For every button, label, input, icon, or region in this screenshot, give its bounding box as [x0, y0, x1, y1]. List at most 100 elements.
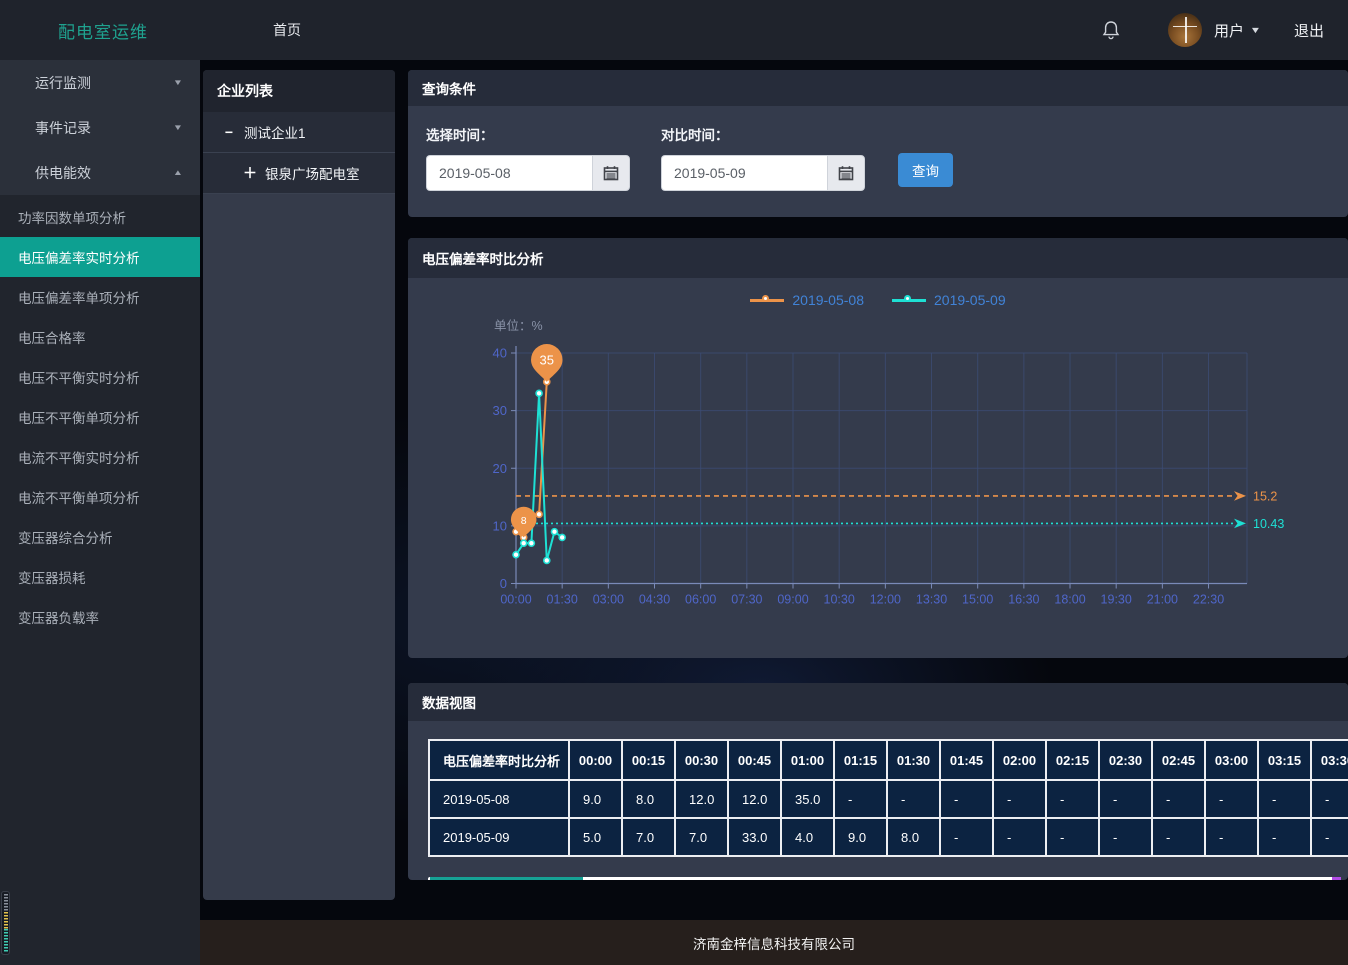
sidebar-groups: 运行监测▼事件记录▼供电能效▲: [0, 60, 200, 195]
cell-value: 12.0: [675, 780, 728, 818]
strip-yellow-segment: [4, 912, 8, 929]
sidebar-group-事件记录[interactable]: 事件记录▼: [0, 105, 200, 150]
chart-panel: 电压偏差率时比分析 2019-05-082019-05-09 单位：%01020…: [408, 238, 1348, 658]
legend-marker-icon: [750, 295, 784, 306]
tree-node-测试企业1[interactable]: −测试企业1: [203, 112, 395, 153]
sidebar-group-供电能效[interactable]: 供电能效▲: [0, 150, 200, 195]
sidebar-item-变压器损耗[interactable]: 变压器损耗: [0, 557, 200, 597]
table-horizontal-scrollbar: [428, 877, 1341, 880]
expand-icon[interactable]: ＋: [243, 163, 257, 183]
cell-value: -: [1046, 780, 1099, 818]
data-table-wrap: 电压偏差率时比分析00:0000:1500:3000:4501:0001:150…: [428, 739, 1348, 857]
tree-node-label: 银泉广场配电室: [265, 163, 360, 183]
select-time-label: 选择时间：: [426, 124, 630, 144]
sidebar-item-变压器综合分析[interactable]: 变压器综合分析: [0, 517, 200, 557]
svg-text:07:30: 07:30: [731, 593, 762, 607]
cell-value: 4.0: [781, 818, 834, 856]
app-brand[interactable]: 配电室运维: [58, 18, 148, 43]
legend-item-2019-05-08[interactable]: 2019-05-08: [750, 292, 864, 308]
sidebar-group-运行监测[interactable]: 运行监测▼: [0, 60, 200, 105]
data-table: 电压偏差率时比分析00:0000:1500:3000:4501:0001:150…: [428, 739, 1348, 857]
sidebar-item-变压器负载率[interactable]: 变压器负载率: [0, 597, 200, 637]
select-date-input[interactable]: [426, 155, 592, 191]
table-col-00:30: 00:30: [675, 740, 728, 780]
caret-down-icon: ▼: [173, 78, 183, 87]
cell-value: -: [834, 780, 887, 818]
user-avatar[interactable]: [1168, 13, 1202, 47]
cell-value: 35.0: [781, 780, 834, 818]
svg-text:30: 30: [493, 403, 507, 418]
table-col-00:00: 00:00: [569, 740, 622, 780]
user-menu[interactable]: 用户 ▼: [1214, 20, 1260, 41]
svg-text:0: 0: [500, 576, 507, 591]
cell-value: -: [1258, 818, 1311, 856]
svg-text:22:30: 22:30: [1193, 593, 1224, 607]
table-corner-header: 电压偏差率时比分析: [429, 740, 569, 780]
cell-value: -: [1152, 818, 1205, 856]
caret-down-icon: ▼: [173, 123, 183, 132]
sidebar-group-label: 运行监测: [35, 73, 174, 93]
table-col-01:00: 01:00: [781, 740, 834, 780]
compare-time-group: 对比时间：: [661, 124, 865, 191]
compare-date-calendar-button[interactable]: [827, 155, 865, 191]
svg-text:20: 20: [493, 461, 507, 476]
cell-value: -: [1311, 780, 1348, 818]
top-navbar: 配电室运维 首页 用户 ▼ 退出: [0, 0, 1348, 60]
calendar-icon: [838, 165, 854, 181]
collapse-icon[interactable]: −: [222, 124, 236, 140]
sidebar-item-电压不平衡实时分析[interactable]: 电压不平衡实时分析: [0, 357, 200, 397]
svg-text:09:00: 09:00: [777, 593, 808, 607]
sidebar-item-电压偏差率单项分析[interactable]: 电压偏差率单项分析: [0, 277, 200, 317]
sidebar-item-电流不平衡单项分析[interactable]: 电流不平衡单项分析: [0, 477, 200, 517]
svg-text:10.43: 10.43: [1253, 517, 1284, 531]
cell-value: -: [1205, 818, 1258, 856]
tree-node-银泉广场配电室[interactable]: ＋ 银泉广场配电室: [203, 153, 395, 194]
cell-value: 33.0: [728, 818, 781, 856]
enterprise-panel: 企业列表 −测试企业1＋银泉广场配电室: [203, 70, 395, 900]
sidebar-item-电压偏差率实时分析[interactable]: 电压偏差率实时分析: [0, 237, 200, 277]
table-col-02:00: 02:00: [993, 740, 1046, 780]
notification-bell-icon[interactable]: [1102, 20, 1120, 40]
nav-home-link[interactable]: 首页: [273, 20, 301, 40]
search-button[interactable]: 查询: [898, 153, 953, 187]
sidebar-item-功率因数单项分析[interactable]: 功率因数单项分析: [0, 197, 200, 237]
cell-value: 12.0: [728, 780, 781, 818]
svg-text:10:30: 10:30: [824, 593, 855, 607]
legend-label: 2019-05-09: [934, 292, 1006, 308]
table-col-03:15: 03:15: [1258, 740, 1311, 780]
table-row-2019-05-08: 2019-05-089.08.012.012.035.0----------: [429, 780, 1348, 818]
cell-value: 9.0: [834, 818, 887, 856]
cell-value: -: [1311, 818, 1348, 856]
cell-value: 8.0: [622, 780, 675, 818]
svg-text:06:00: 06:00: [685, 593, 716, 607]
row-label: 2019-05-09: [429, 818, 569, 856]
data-view-title: 数据视图: [408, 683, 1348, 721]
logout-link[interactable]: 退出: [1294, 20, 1324, 41]
cell-value: -: [887, 780, 940, 818]
sidebar-item-电压合格率[interactable]: 电压合格率: [0, 317, 200, 357]
sidebar-group-label: 供电能效: [35, 163, 174, 183]
cell-value: -: [940, 818, 993, 856]
scrollbar-thumb[interactable]: [430, 877, 583, 880]
tree-node-label: 测试企业1: [244, 122, 306, 142]
sidebar-item-电压不平衡单项分析[interactable]: 电压不平衡单项分析: [0, 397, 200, 437]
query-panel: 查询条件 选择时间：: [408, 70, 1348, 217]
sidebar-item-电流不平衡实时分析[interactable]: 电流不平衡实时分析: [0, 437, 200, 477]
strip-teal-segment: [4, 929, 8, 952]
compare-date-input[interactable]: [661, 155, 827, 191]
svg-text:04:30: 04:30: [639, 593, 670, 607]
legend-item-2019-05-09[interactable]: 2019-05-09: [892, 292, 1006, 308]
svg-text:01:30: 01:30: [547, 593, 578, 607]
caret-up-icon: ▲: [173, 168, 183, 177]
chart-legend: 2019-05-08 2019-05-09: [408, 292, 1348, 308]
table-col-03:30: 03:30: [1311, 740, 1348, 780]
page-footer: 济南金梓信息科技有限公司: [200, 920, 1348, 965]
svg-text:15:00: 15:00: [962, 593, 993, 607]
svg-text:19:30: 19:30: [1101, 593, 1132, 607]
data-view-panel: 数据视图 电压偏差率时比分析00:0000:1500:3000:4501:000…: [408, 683, 1348, 880]
svg-text:10: 10: [493, 518, 507, 533]
select-date-calendar-button[interactable]: [592, 155, 630, 191]
legend-marker-icon: [892, 295, 926, 306]
svg-text:00:00: 00:00: [500, 593, 531, 607]
svg-text:15.2: 15.2: [1253, 489, 1277, 503]
